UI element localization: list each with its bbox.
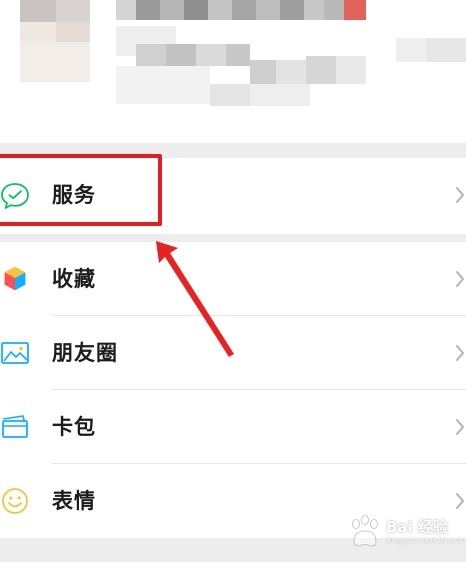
- chevron-right-icon: [454, 416, 466, 438]
- nickname-blurred-block: [184, 0, 208, 20]
- menu-item-card-wallet[interactable]: 卡包: [0, 390, 466, 464]
- wechat-id-blurred-block: [116, 66, 210, 104]
- menu-item-moments[interactable]: 朋友圈: [0, 316, 466, 390]
- avatar-blurred-block: [56, 22, 90, 42]
- nickname-blurred-block: [160, 0, 184, 20]
- chevron-right-icon: [454, 184, 466, 206]
- favorites-cube-icon: [0, 262, 30, 296]
- menu-item-label: 服务: [52, 183, 96, 207]
- avatar-blurred-block: [20, 42, 90, 82]
- chevron-right-icon: [454, 342, 466, 364]
- menu-item-label: 收藏: [52, 267, 96, 291]
- menu-item-favorites[interactable]: 收藏: [0, 242, 466, 316]
- watermark-text: Bai 经验: [386, 518, 448, 536]
- card-wallet-icon: [0, 410, 30, 444]
- wechat-id-blurred-block: [226, 44, 250, 66]
- nickname-blurred-block: [344, 0, 366, 20]
- wechat-id-blurred-block: [426, 38, 466, 62]
- wechat-id-blurred-block: [396, 38, 426, 62]
- chevron-right-icon: [454, 490, 466, 512]
- avatar-blurred: [20, 0, 56, 22]
- wechat-id-blurred-block: [210, 84, 250, 106]
- menu-item-label: 卡包: [52, 415, 96, 439]
- watermark-url: jingyan.baidu.com: [386, 536, 466, 546]
- nickname-blurred-block: [280, 0, 304, 20]
- nickname-blurred: [116, 0, 136, 20]
- baidu-paw-icon: [352, 515, 378, 547]
- wechat-id-blurred-block: [166, 44, 196, 66]
- wechat-id-blurred-block: [250, 84, 310, 106]
- nickname-blurred-block: [304, 0, 324, 20]
- wechat-id-blurred-block: [250, 60, 276, 84]
- chevron-right-icon: [454, 268, 466, 290]
- moments-photo-icon: [0, 336, 30, 370]
- profile-header-blurred[interactable]: [0, 0, 466, 143]
- menu-group-secondary: 收藏 朋友圈 卡包 表情: [0, 242, 466, 538]
- wechat-id-blurred-block: [276, 60, 306, 84]
- avatar-blurred-block: [56, 0, 90, 22]
- wechat-id-blurred-block: [336, 56, 366, 84]
- wechat-id-blurred-block: [136, 44, 166, 66]
- menu-item-services[interactable]: 服务: [0, 158, 466, 232]
- nickname-blurred-block: [136, 0, 160, 20]
- avatar-blurred-block: [20, 22, 56, 42]
- wechat-id-blurred-block: [196, 44, 226, 66]
- nickname-blurred-block: [256, 0, 280, 20]
- menu-item-label: 朋友圈: [52, 341, 118, 365]
- wechat-id-blurred-block: [306, 56, 336, 84]
- nickname-blurred-block: [324, 0, 344, 20]
- baidu-jingyan-watermark: Bai 经验 jingyan.baidu.com: [346, 514, 466, 554]
- sticker-smiley-icon: [0, 484, 30, 518]
- menu-item-label: 表情: [52, 489, 96, 513]
- nickname-blurred-block: [232, 0, 256, 20]
- wechat-pay-icon: [0, 178, 30, 212]
- menu-group-primary: 服务: [0, 158, 466, 234]
- nickname-blurred-block: [208, 0, 232, 20]
